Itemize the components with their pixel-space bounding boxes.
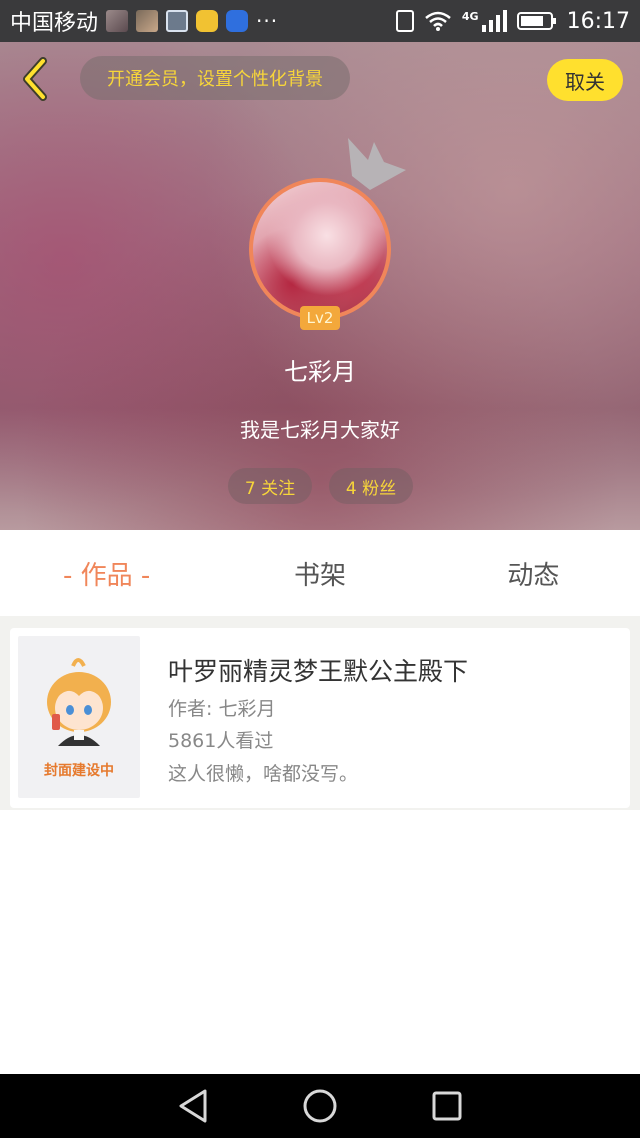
cover-placeholder-label: 封面建设中 [44,763,114,779]
nav-recent-button[interactable] [427,1086,467,1126]
notification-baidu-icon [226,10,249,32]
status-bar: 中国移动 ··· 4G 16:17 [0,0,640,42]
tab-activity[interactable]: 动态 [427,530,640,616]
notification-app-icon [196,10,219,32]
avatar[interactable] [249,178,391,320]
user-signature: 我是七彩月大家好 [240,418,400,442]
back-arrow-icon [23,57,47,101]
system-nav-bar [0,1074,640,1138]
unfollow-button[interactable]: 取关 [547,59,623,101]
back-button[interactable] [16,56,52,102]
following-count[interactable]: 7 关注 [228,468,312,504]
username: 七彩月 [284,358,356,386]
circle-home-icon [303,1089,337,1123]
section-divider [0,616,640,626]
nav-back-button[interactable] [173,1086,213,1126]
battery-icon [516,10,557,32]
carrier-name: 中国移动 [10,11,99,36]
network-type: 4G [461,9,479,23]
status-right: 4G 16:17 [395,8,630,34]
tab-works[interactable]: - 作品 - [0,530,213,616]
nav-home-button[interactable] [300,1086,340,1126]
profile-tabs: - 作品 - 书架 动态 [0,530,640,616]
status-left: 中国移动 ··· [10,5,278,37]
square-recent-icon [432,1091,462,1121]
work-author: 作者: 七彩月 [168,698,276,720]
notification-photo-icon [106,10,129,32]
signal-icon [481,10,507,32]
level-badge: Lv2 [300,306,340,330]
list-item[interactable]: 封面建设中 叶罗丽精灵梦王默公主殿下 作者: 七彩月 5861人看过 这人很懒，… [10,628,630,808]
work-description: 这人很懒，啥都没写。 [168,763,359,785]
profile-header: 开通会员，设置个性化背景 取关 Lv2 七彩月 我是七彩月大家好 7 关注 4 … [0,42,640,530]
vibrate-icon [395,10,414,32]
fans-count[interactable]: 4 粉丝 [329,468,413,504]
tab-bookshelf[interactable]: 书架 [213,530,426,616]
notification-image-icon [166,10,189,32]
work-title: 叶罗丽精灵梦王默公主殿下 [168,657,469,686]
cover-placeholder-mascot-icon [47,658,111,746]
notification-photo-icon [136,10,159,32]
crown-icon [348,138,406,190]
clock: 16:17 [566,8,630,34]
work-views: 5861人看过 [168,730,274,752]
book-cover: 封面建设中 [18,636,140,798]
wifi-icon [424,10,452,32]
triangle-back-icon [179,1089,207,1123]
more-notifications-icon: ··· [256,9,279,33]
works-list: 封面建设中 叶罗丽精灵梦王默公主殿下 作者: 七彩月 5861人看过 这人很懒，… [0,626,640,810]
vip-background-banner[interactable]: 开通会员，设置个性化背景 [80,56,350,100]
